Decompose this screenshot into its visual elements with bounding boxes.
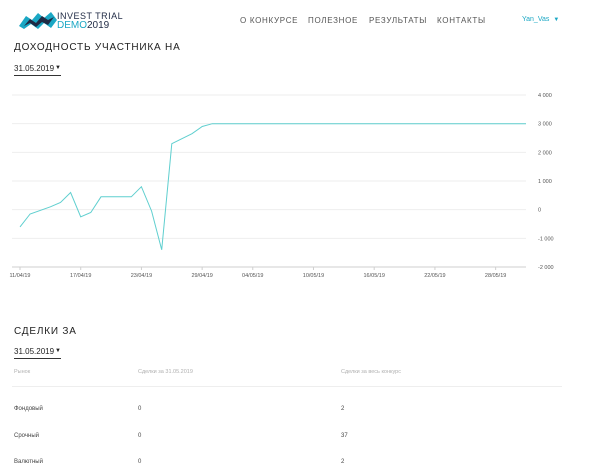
column-header-market: Рынок [14, 369, 31, 375]
table-cell-deals-total: 2 [341, 459, 345, 465]
x-tick-label: 16/05/19 [363, 273, 384, 279]
x-tick-label: 17/04/19 [70, 273, 91, 279]
table-cell-deals-today: 0 [138, 406, 142, 412]
y-tick-label: 1 000 [538, 179, 552, 185]
x-tick-label: 11/04/19 [9, 273, 30, 279]
x-tick-label: 10/05/19 [303, 273, 324, 279]
yield-chart: 4 000 3 000 2 000 1 000 0 -1 000 -2 000 11/04/… [9, 93, 554, 279]
table-cell-market: Валютный [14, 459, 43, 465]
x-tick-label: 23/04/19 [131, 273, 152, 279]
table-cell-market: Фондовый [14, 406, 43, 412]
y-tick-label: 0 [538, 208, 541, 214]
y-tick-label: 4 000 [538, 93, 552, 99]
chart-y-axis: 4 000 3 000 2 000 1 000 0 -1 000 -2 000 [538, 93, 554, 271]
chevron-down-icon: ▼ [55, 348, 61, 354]
x-tick-label: 28/05/19 [485, 273, 506, 279]
y-tick-label: 2 000 [538, 150, 552, 156]
y-tick-label: -2 000 [538, 265, 554, 271]
deals-title: СДЕЛКИ ЗА [14, 326, 77, 337]
chart-grid [12, 94, 526, 268]
table-divider [12, 386, 562, 387]
x-tick-label: 29/04/19 [191, 273, 212, 279]
table-cell-deals-today: 0 [138, 459, 142, 465]
column-header-deals-total: Сделки за весь конкурс [341, 369, 401, 375]
yield-line [19, 123, 526, 250]
column-header-deals-today: Сделки за 31.05.2019 [138, 369, 193, 375]
x-tick-label: 22/05/19 [424, 273, 445, 279]
deals-date-value: 31.05.2019 [14, 347, 55, 356]
y-tick-label: 3 000 [538, 122, 552, 128]
y-tick-label: -1 000 [538, 236, 554, 242]
table-cell-market: Срочный [14, 433, 39, 439]
x-tick-label: 04/05/19 [242, 273, 263, 279]
table-cell-deals-total: 2 [341, 406, 345, 412]
deals-date-select[interactable]: 31.05.2019 ▼ [14, 347, 61, 359]
table-cell-deals-today: 0 [138, 433, 142, 439]
chart-x-axis: 11/04/19 17/04/19 23/04/19 29/04/19 04/05/19… [9, 267, 506, 279]
table-cell-deals-total: 37 [341, 433, 348, 439]
